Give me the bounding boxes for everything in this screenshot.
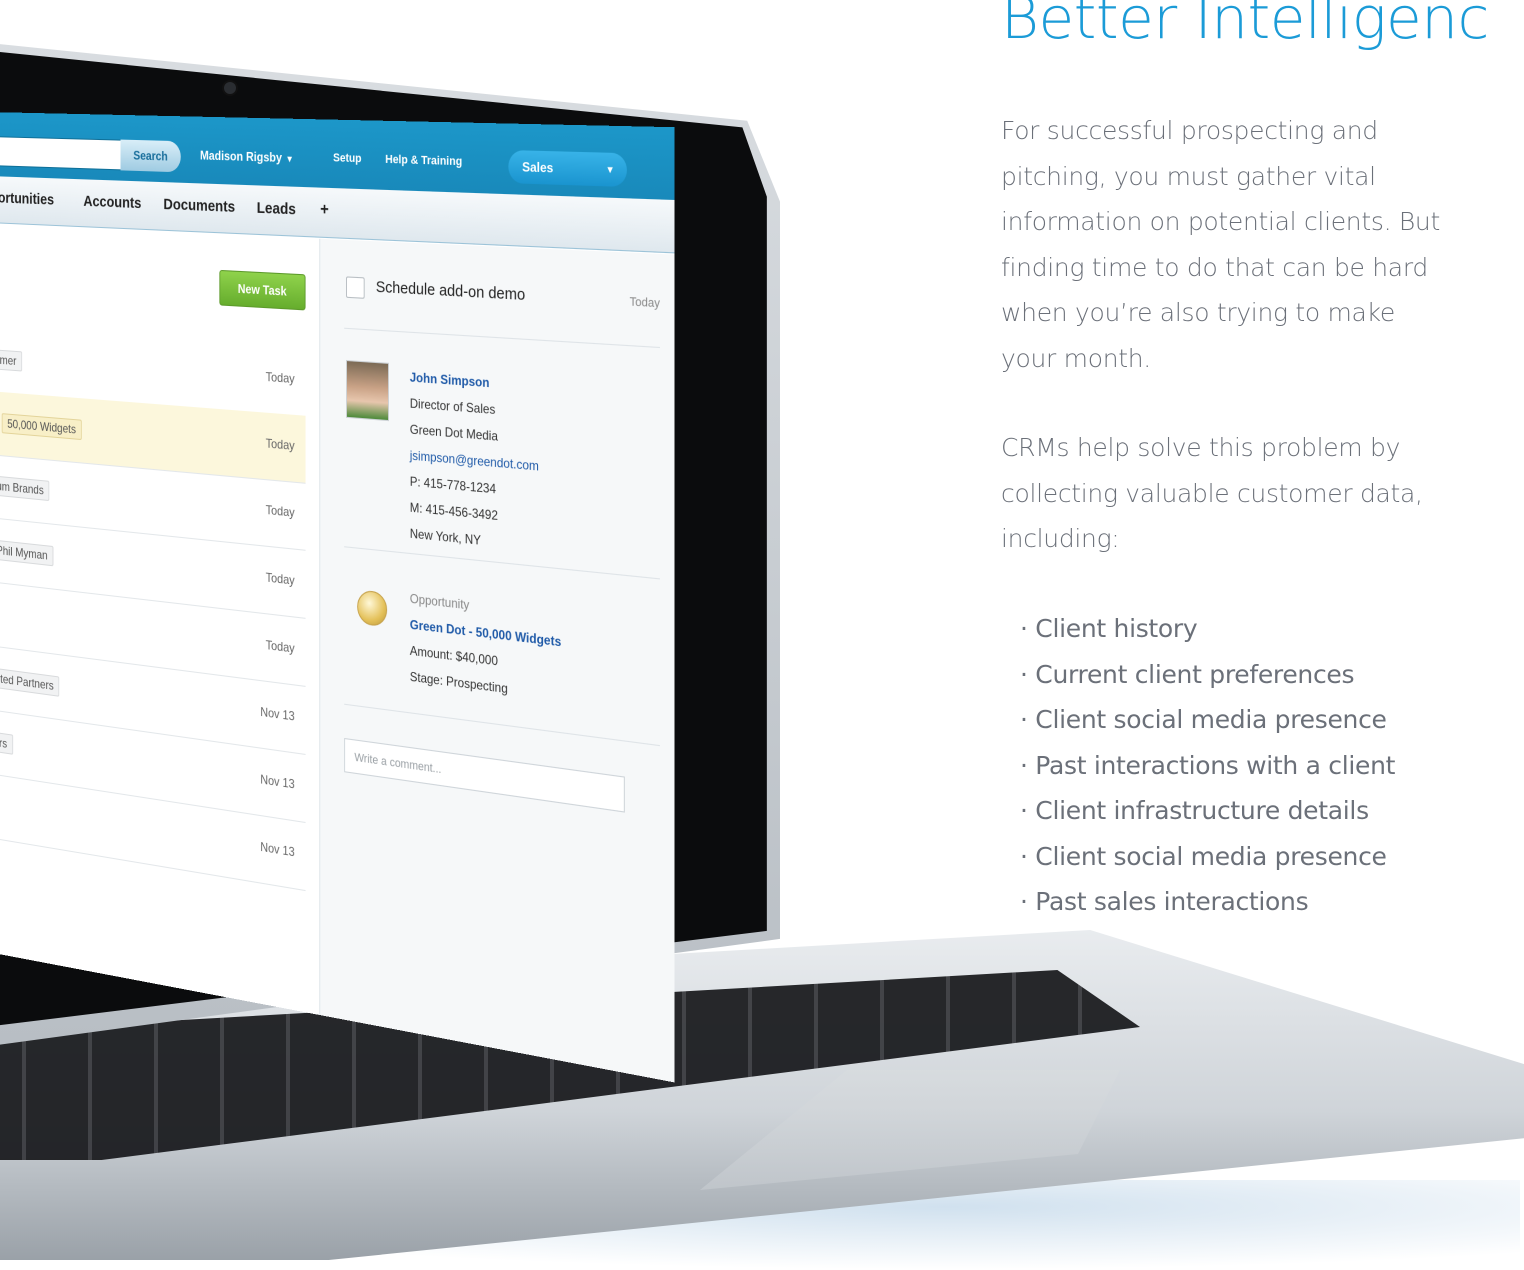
camera-icon — [224, 82, 236, 94]
contact-card: John Simpson Director of Sales Green Dot… — [410, 364, 539, 559]
task-related-records: n50,000 Widgets — [0, 411, 87, 440]
avatar — [346, 360, 389, 421]
task-related-records: nPhil Myman — [0, 538, 58, 567]
tab-opportunities[interactable]: pportunities — [0, 189, 54, 209]
list-item: Current client preferences — [1020, 652, 1395, 698]
task-date: Today — [266, 436, 295, 453]
help-training-link[interactable]: Help & Training — [385, 153, 462, 168]
record-chip[interactable]: United Partners — [0, 666, 60, 697]
record-chip[interactable]: 50,000 Widgets — [2, 413, 82, 440]
opportunity-icon — [357, 589, 387, 627]
task-date: Nov 13 — [260, 704, 294, 723]
tab-leads[interactable]: Leads — [257, 199, 296, 219]
list-item: Client infrastructure details — [1020, 788, 1395, 834]
opportunity-card: Opportunity Green Dot - 50,000 Widgets A… — [410, 585, 561, 708]
record-chip[interactable]: Phil Myman — [0, 539, 53, 566]
task-date: Nov 13 — [260, 839, 294, 859]
new-task-button[interactable]: New Task — [219, 270, 305, 311]
task-date: Today — [266, 369, 295, 386]
user-name: Madison Rigsby — [200, 148, 282, 165]
task-related-records: United Partners — [0, 666, 65, 698]
divider — [344, 704, 660, 747]
task-related-records: ctrum Brands — [0, 474, 55, 501]
list-item: Client social media presence — [1020, 834, 1395, 880]
task-date: Today — [266, 637, 295, 655]
page-heading: Better Intelligenc — [1001, 0, 1489, 58]
app-picker[interactable]: Sales ▼ — [508, 150, 627, 187]
tab-documents[interactable]: Documents — [163, 196, 235, 217]
list-item: Past sales interactions — [1020, 879, 1395, 925]
app-picker-label: Sales — [522, 150, 553, 184]
record-chip[interactable]: Palmer — [0, 348, 22, 371]
add-tab-icon[interactable]: + — [320, 200, 329, 220]
chevron-down-icon: ▼ — [606, 153, 615, 187]
list-item: Client social media presence — [1020, 697, 1395, 743]
main-content: New Task Palmer Today n50,000 Widgets Today… — [0, 224, 675, 1082]
divider — [344, 328, 660, 348]
list-item: Past interactions with a client — [1020, 743, 1395, 789]
task-detail-pane: Schedule add-on demo Today John Simpson … — [320, 239, 674, 1083]
task-date: Nov 13 — [260, 772, 294, 792]
intro-paragraph: For successful prospecting and pitching,… — [1001, 108, 1441, 381]
task-date: Today — [630, 295, 660, 310]
task-complete-checkbox[interactable] — [346, 276, 365, 298]
record-chip[interactable]: tners — [0, 730, 13, 755]
record-chip[interactable]: ctrum Brands — [0, 474, 50, 501]
laptop-screen: Search Madison Rigsby ▼ Setup Help & Trai… — [0, 112, 675, 1082]
chevron-down-icon: ▼ — [286, 154, 294, 165]
search-input[interactable] — [0, 136, 122, 171]
setup-link[interactable]: Setup — [333, 152, 361, 166]
crm-paragraph: CRMs help solve this problem by collecti… — [1001, 425, 1441, 562]
task-date: Today — [266, 502, 295, 520]
task-date: Today — [266, 570, 295, 588]
task-title: Schedule add-on demo — [376, 278, 525, 304]
benefits-list: Client history Current client preference… — [1020, 606, 1395, 925]
tab-accounts[interactable]: Accounts — [83, 193, 141, 213]
user-menu[interactable]: Madison Rigsby ▼ — [200, 148, 294, 165]
list-item: Client history — [1020, 606, 1395, 652]
comment-input[interactable]: Write a comment... — [344, 738, 625, 813]
task-list-pane: New Task Palmer Today n50,000 Widgets Today… — [0, 224, 320, 1028]
task-related-records: Palmer — [0, 348, 27, 371]
search-button[interactable]: Search — [121, 140, 181, 173]
task-related-records: tners — [0, 730, 18, 756]
